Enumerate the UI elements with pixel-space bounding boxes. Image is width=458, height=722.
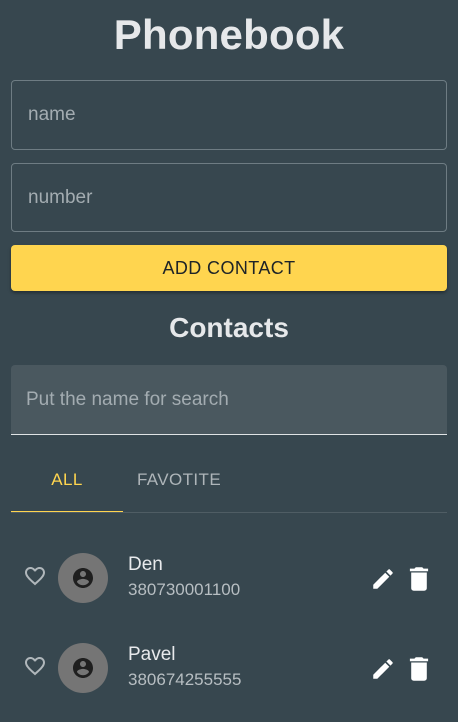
tab-favorite[interactable]: FAVOTITE <box>123 445 235 512</box>
name-input[interactable] <box>12 81 446 149</box>
list-item: Den 380730001100 <box>11 533 447 623</box>
tab-all[interactable]: ALL <box>11 445 123 512</box>
heart-outline-icon[interactable] <box>23 654 47 678</box>
list-item: Pavel 380674255555 <box>11 623 447 713</box>
number-field[interactable] <box>11 163 447 232</box>
avatar <box>58 643 108 693</box>
filter-tabs: ALL FAVOTITE <box>11 445 447 513</box>
pencil-icon[interactable] <box>370 656 396 682</box>
account-circle-icon <box>73 568 93 588</box>
trash-icon[interactable] <box>408 566 430 592</box>
add-contact-button[interactable]: ADD CONTACT <box>11 245 447 291</box>
contacts-heading: Contacts <box>169 312 289 343</box>
search-input[interactable] <box>11 365 447 434</box>
search-field[interactable] <box>11 365 447 435</box>
avatar <box>58 553 108 603</box>
number-input[interactable] <box>12 164 446 231</box>
page-title: Phonebook <box>113 11 345 58</box>
tab-all-label: ALL <box>51 470 83 489</box>
contact-number: 380730001100 <box>128 580 241 599</box>
name-field[interactable] <box>11 80 447 150</box>
trash-icon[interactable] <box>408 656 430 682</box>
contact-number: 380674255555 <box>128 670 242 689</box>
contact-info: Pavel 380674255555 <box>128 643 241 691</box>
contact-list: Den 380730001100 Pavel 380674255555 <box>11 533 447 713</box>
contact-info: Den 380730001100 <box>128 553 240 601</box>
phonebook-app: Phonebook ADD CONTACT Contacts ALL FAVOT… <box>0 0 458 722</box>
contact-name: Pavel <box>128 644 176 665</box>
tab-favorite-label: FAVOTITE <box>136 470 222 489</box>
account-circle-icon <box>73 658 93 678</box>
contact-name: Den <box>128 554 163 575</box>
pencil-icon[interactable] <box>370 566 396 592</box>
heart-outline-icon[interactable] <box>23 564 47 588</box>
